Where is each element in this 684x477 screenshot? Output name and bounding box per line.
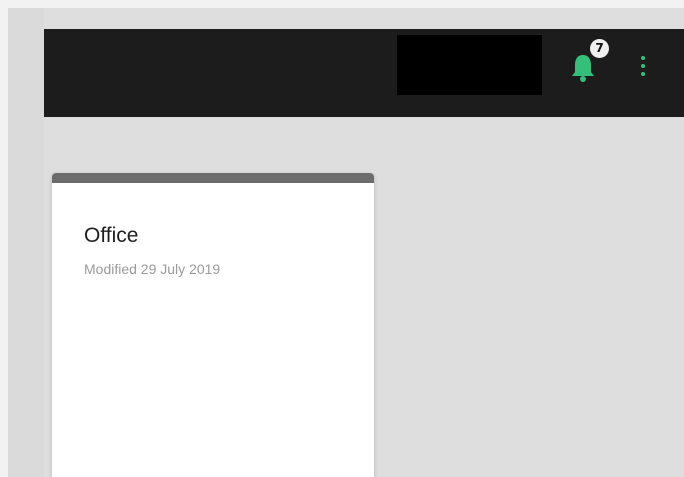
redacted-region bbox=[397, 35, 542, 95]
more-vertical-icon[interactable] bbox=[637, 56, 649, 84]
bell-icon bbox=[572, 55, 594, 82]
card-title: Office bbox=[84, 224, 139, 247]
notifications-button[interactable]: 7 bbox=[570, 39, 610, 89]
top-app-bar: 7 bbox=[44, 29, 684, 117]
app-frame: 7 Office Modified 29 July 2019 bbox=[8, 8, 684, 477]
project-card[interactable]: Office Modified 29 July 2019 bbox=[52, 173, 374, 477]
left-gutter bbox=[8, 8, 44, 477]
notification-count-badge: 7 bbox=[590, 39, 609, 58]
card-modified-date: Modified 29 July 2019 bbox=[84, 261, 221, 277]
card-header-strip bbox=[52, 173, 374, 183]
